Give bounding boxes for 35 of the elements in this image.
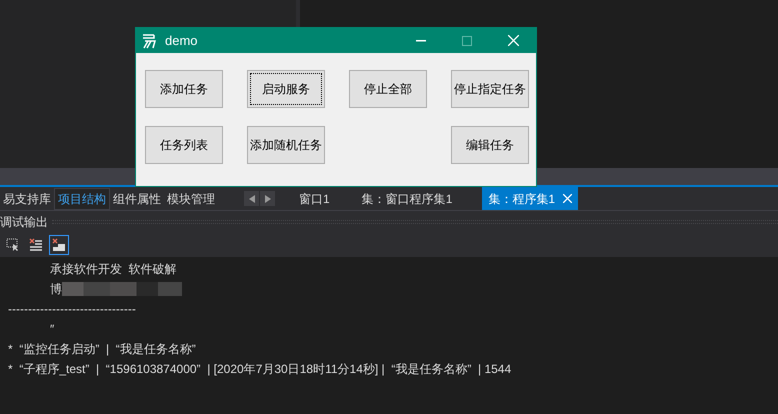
dialog-button[interactable]: 编辑任务 (451, 126, 529, 164)
output-line: -------------------------------- (8, 301, 136, 318)
close-icon (508, 35, 518, 46)
panel-tab[interactable]: 组件属性 (110, 188, 164, 210)
panel-tab[interactable]: 项目结构 (54, 188, 110, 210)
panel-tab[interactable]: 易支持库 (0, 188, 54, 210)
dialog-button[interactable]: 任务列表 (145, 126, 223, 164)
output-line: 博 (50, 281, 62, 298)
dialog-button[interactable]: 启动服务 (247, 70, 325, 108)
maximize-icon (462, 36, 472, 46)
close-icon[interactable] (563, 194, 572, 203)
document-tab[interactable]: 集：窗口程序集1 (348, 187, 466, 210)
app-logo-icon (141, 32, 157, 48)
scroll-right-button[interactable] (260, 191, 275, 206)
panel-tab[interactable]: 模块管理 (164, 188, 218, 210)
document-tab[interactable]: 窗口1 (285, 187, 344, 210)
output-line: * “监控任务启动” | “我是任务名称” (8, 341, 196, 358)
document-tab[interactable]: 集：程序集1 (482, 187, 578, 210)
output-line: ″ (50, 321, 54, 338)
dialog-button[interactable]: 停止全部 (349, 70, 427, 108)
select-icon (6, 238, 20, 252)
dialog-button[interactable]: 添加随机任务 (247, 126, 325, 164)
clear-chart-icon (52, 238, 66, 252)
panel-title: 调试输出 (0, 214, 48, 231)
output-line: 承接软件开发 软件破解 (50, 261, 177, 278)
minimize-icon (416, 40, 426, 42)
scroll-left-button[interactable] (244, 191, 259, 206)
output-line: * “子程序_test” | “1596103874000” | [2020年7月30日18时11分14秒] | “我是任务名称” | 1544 (8, 361, 512, 378)
left-arrow-icon (248, 194, 254, 202)
toolbar-button[interactable] (49, 234, 69, 254)
right-arrow-icon (264, 194, 270, 202)
clear-list-icon (29, 238, 43, 252)
dialog-button[interactable]: 停止指定任务 (451, 70, 529, 108)
window-title: demo (165, 32, 198, 50)
dialog-button[interactable]: 添加任务 (145, 70, 223, 108)
